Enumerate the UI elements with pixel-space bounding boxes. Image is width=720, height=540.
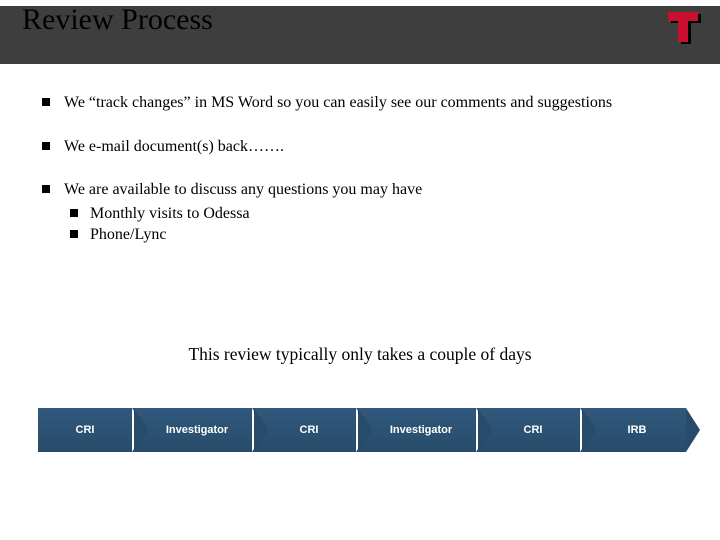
- flow-step-label: CRI: [524, 424, 543, 436]
- flow-step: Investigator: [132, 408, 254, 452]
- sub-bullet-item: Monthly visits to Odessa: [64, 203, 690, 225]
- bullet-item: We are available to discuss any question…: [38, 179, 690, 246]
- logo-double-t-icon: [668, 12, 706, 46]
- sub-bullet-item: Phone/Lync: [64, 224, 690, 246]
- bullet-text: We “track changes” in MS Word so you can…: [64, 94, 612, 111]
- slide: Review Process We “track changes” in MS …: [0, 0, 720, 540]
- flow-step-label: CRI: [76, 424, 95, 436]
- bullet-text: We e-mail document(s) back…….: [64, 138, 284, 155]
- flow-step-label: IRB: [628, 424, 647, 436]
- flow-step-label: Investigator: [166, 424, 228, 436]
- bullet-item: We e-mail document(s) back…….: [38, 136, 690, 158]
- slide-title: Review Process: [22, 3, 213, 37]
- sub-bullet-text: Phone/Lync: [90, 226, 166, 243]
- callout-text: This review typically only takes a coupl…: [0, 344, 720, 365]
- flow-step: CRI: [38, 408, 134, 452]
- content-area: We “track changes” in MS Word so you can…: [38, 92, 690, 268]
- process-flow: CRI Investigator CRI Investigator CRI IR…: [38, 408, 680, 452]
- flow-step-label: CRI: [300, 424, 319, 436]
- sub-bullet-text: Monthly visits to Odessa: [90, 205, 250, 222]
- bullet-text: We are available to discuss any question…: [64, 181, 422, 198]
- flow-step: Investigator: [356, 408, 478, 452]
- bullet-item: We “track changes” in MS Word so you can…: [38, 92, 690, 114]
- flow-step-label: Investigator: [390, 424, 452, 436]
